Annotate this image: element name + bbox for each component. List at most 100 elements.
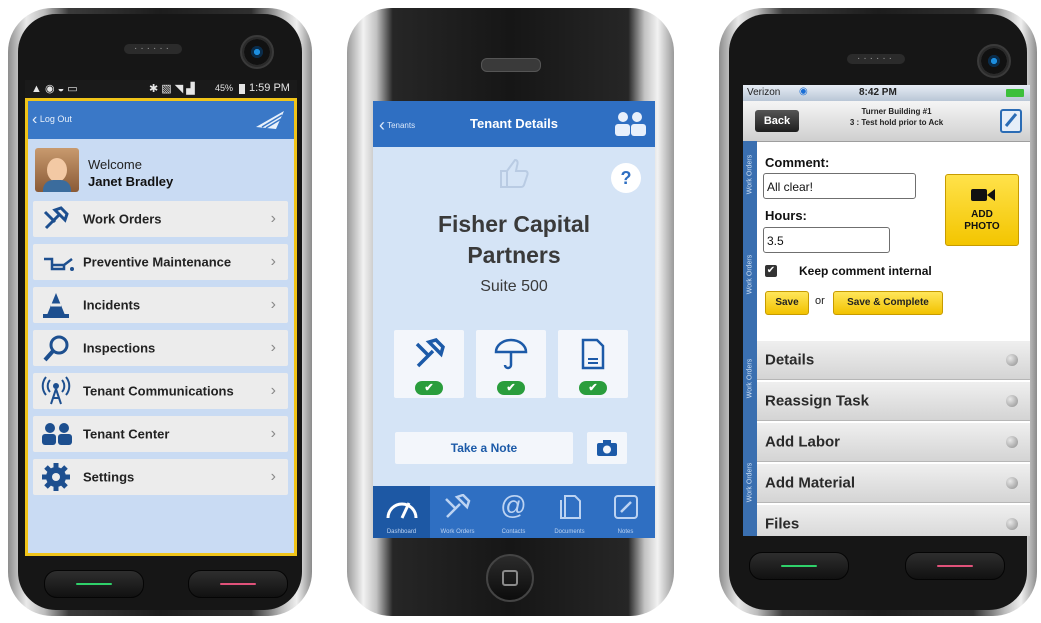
keep-internal-label: Keep comment internal bbox=[799, 264, 932, 278]
back-hardware-button[interactable] bbox=[44, 570, 144, 598]
status-bar: ▲ ◉ ◒ ▭ ✱ ▧ ◥ ▟ 45% 1:59 PM bbox=[25, 80, 297, 98]
menu-item-work-orders[interactable]: Work Orders › bbox=[33, 201, 288, 237]
speaker-grill: ······ bbox=[124, 44, 182, 54]
tab-label: Contacts bbox=[501, 529, 526, 535]
tab-dashboard[interactable]: Dashboard bbox=[373, 486, 430, 538]
indicator-dot-icon bbox=[1006, 518, 1018, 530]
tools-icon bbox=[43, 206, 69, 230]
document-icon bbox=[581, 338, 605, 370]
system-icons: ✱ ▧ ◥ ▟ bbox=[149, 83, 195, 95]
menu-item-tenant-center[interactable]: Tenant Center › bbox=[33, 416, 288, 452]
indicator-dot-icon bbox=[1006, 477, 1018, 489]
menu-item-label: Tenant Communications bbox=[83, 383, 234, 399]
section-reassign-task[interactable]: Reassign Task bbox=[757, 381, 1030, 421]
phone-2-device: ‹ Tenants Tenant Details ? Fisher Capita… bbox=[347, 8, 674, 616]
tab-label: Dashboard bbox=[386, 529, 417, 535]
menu-item-label: Tenant Center bbox=[83, 426, 170, 442]
edit-icon[interactable] bbox=[1000, 107, 1022, 133]
log-out-button[interactable]: ‹ Log Out bbox=[32, 111, 72, 129]
camera-icon bbox=[977, 44, 1011, 78]
keep-internal-checkbox[interactable]: ✔ bbox=[765, 265, 777, 277]
work-orders-tile[interactable]: ✔ bbox=[394, 330, 464, 398]
tenant-suite: Suite 500 bbox=[480, 278, 548, 295]
app-frame: ‹ Log Out Welcome Janet Bradley Work Ord… bbox=[25, 98, 297, 556]
comment-input[interactable]: All clear! bbox=[763, 173, 916, 199]
side-label: Work Orders bbox=[746, 358, 754, 399]
section-title: Details bbox=[765, 351, 815, 369]
phone-3-screen: Verizon ◉ 8:42 PM Back Turner Building #… bbox=[743, 85, 1030, 536]
menu-item-label: Preventive Maintenance bbox=[83, 254, 232, 270]
umbrella-icon bbox=[494, 338, 528, 370]
add-photo-label: ADD PHOTO bbox=[964, 209, 1000, 232]
side-label: Work Orders bbox=[746, 462, 754, 503]
thumbs-up-icon[interactable] bbox=[497, 157, 531, 189]
indicator-dot-icon bbox=[1006, 395, 1018, 407]
section-add-labor[interactable]: Add Labor bbox=[757, 422, 1030, 462]
menu-hardware-button[interactable] bbox=[905, 552, 1005, 580]
gear-icon bbox=[42, 463, 70, 491]
help-button[interactable]: ? bbox=[611, 163, 641, 193]
tab-documents[interactable]: Documents bbox=[541, 486, 598, 538]
chevron-right-icon: › bbox=[270, 468, 276, 485]
section-title: Reassign Task bbox=[765, 392, 869, 410]
chevron-left-icon: ‹ bbox=[32, 111, 38, 128]
app-header: Back Turner Building #1 3 : Test hold pr… bbox=[743, 101, 1030, 142]
chevron-right-icon: › bbox=[270, 253, 276, 270]
or-label: or bbox=[815, 295, 825, 307]
document-tile[interactable]: ✔ bbox=[558, 330, 628, 398]
save-button[interactable]: Save bbox=[765, 291, 809, 315]
battery-icon bbox=[1006, 89, 1024, 97]
back-hardware-button[interactable] bbox=[749, 552, 849, 580]
tools-icon bbox=[415, 338, 445, 368]
comment-label: Comment: bbox=[765, 155, 830, 170]
app-header: ‹ Tenants Tenant Details bbox=[373, 101, 655, 147]
insurance-tile[interactable]: ✔ bbox=[476, 330, 546, 398]
save-complete-button[interactable]: Save & Complete bbox=[833, 291, 943, 315]
hours-label: Hours: bbox=[765, 208, 807, 223]
menu-hardware-button[interactable] bbox=[188, 570, 288, 598]
section-title: Add Material bbox=[765, 474, 856, 492]
notes-icon bbox=[614, 495, 638, 519]
tab-work-orders[interactable]: Work Orders bbox=[429, 486, 486, 538]
chevron-right-icon: › bbox=[270, 296, 276, 313]
traffic-cone-icon bbox=[43, 293, 69, 318]
tab-bar: Dashboard Work Orders @ Contacts Documen… bbox=[373, 486, 655, 538]
at-icon: @ bbox=[500, 490, 527, 520]
carrier-name: Verizon bbox=[747, 87, 781, 98]
hours-input[interactable]: 3.5 bbox=[763, 227, 890, 253]
status-time: 8:42 PM bbox=[859, 87, 897, 98]
side-label: Work Orders bbox=[746, 154, 754, 195]
home-button[interactable] bbox=[486, 554, 534, 602]
menu-item-incidents[interactable]: Incidents › bbox=[33, 287, 288, 323]
tenant-name-line-2: Partners bbox=[467, 242, 561, 268]
section-add-material[interactable]: Add Material bbox=[757, 463, 1030, 503]
speaker-grill: ······ bbox=[847, 54, 905, 64]
section-details[interactable]: Details bbox=[757, 340, 1030, 380]
camera-icon bbox=[240, 35, 274, 69]
menu-item-settings[interactable]: Settings › bbox=[33, 459, 288, 495]
camera-button[interactable] bbox=[587, 432, 627, 464]
people-icon[interactable] bbox=[613, 111, 647, 137]
menu-item-tenant-communications[interactable]: Tenant Communications › bbox=[33, 373, 288, 409]
section-title: Add Labor bbox=[765, 433, 840, 451]
chevron-right-icon: › bbox=[270, 425, 276, 442]
menu-item-preventive-maintenance[interactable]: Preventive Maintenance › bbox=[33, 244, 288, 280]
back-button[interactable]: Back bbox=[755, 110, 799, 132]
logo-icon bbox=[256, 111, 284, 129]
tab-label: Documents bbox=[554, 529, 585, 535]
video-camera-icon bbox=[971, 189, 995, 201]
notification-icons: ▲ ◉ ◒ ▭ bbox=[31, 83, 78, 95]
phone-1-body: ······ ▲ ◉ ◒ ▭ ✱ ▧ ◥ ▟ 45% 1:59 PM ‹ Log… bbox=[18, 14, 302, 610]
menu-item-label: Settings bbox=[83, 469, 135, 485]
camera-icon bbox=[597, 440, 617, 456]
tab-notes[interactable]: Notes bbox=[597, 486, 654, 538]
add-photo-button[interactable]: ADD PHOTO bbox=[945, 174, 1019, 246]
take-a-note-button[interactable]: Take a Note bbox=[395, 432, 573, 464]
tab-contacts[interactable]: @ Contacts bbox=[485, 486, 542, 538]
battery-level: 45% bbox=[215, 83, 234, 93]
chevron-right-icon: › bbox=[270, 339, 276, 356]
indicator-dot-icon bbox=[1006, 354, 1018, 366]
chevron-right-icon: › bbox=[270, 382, 276, 399]
section-files[interactable]: Files bbox=[757, 504, 1030, 536]
menu-item-inspections[interactable]: Inspections › bbox=[33, 330, 288, 366]
